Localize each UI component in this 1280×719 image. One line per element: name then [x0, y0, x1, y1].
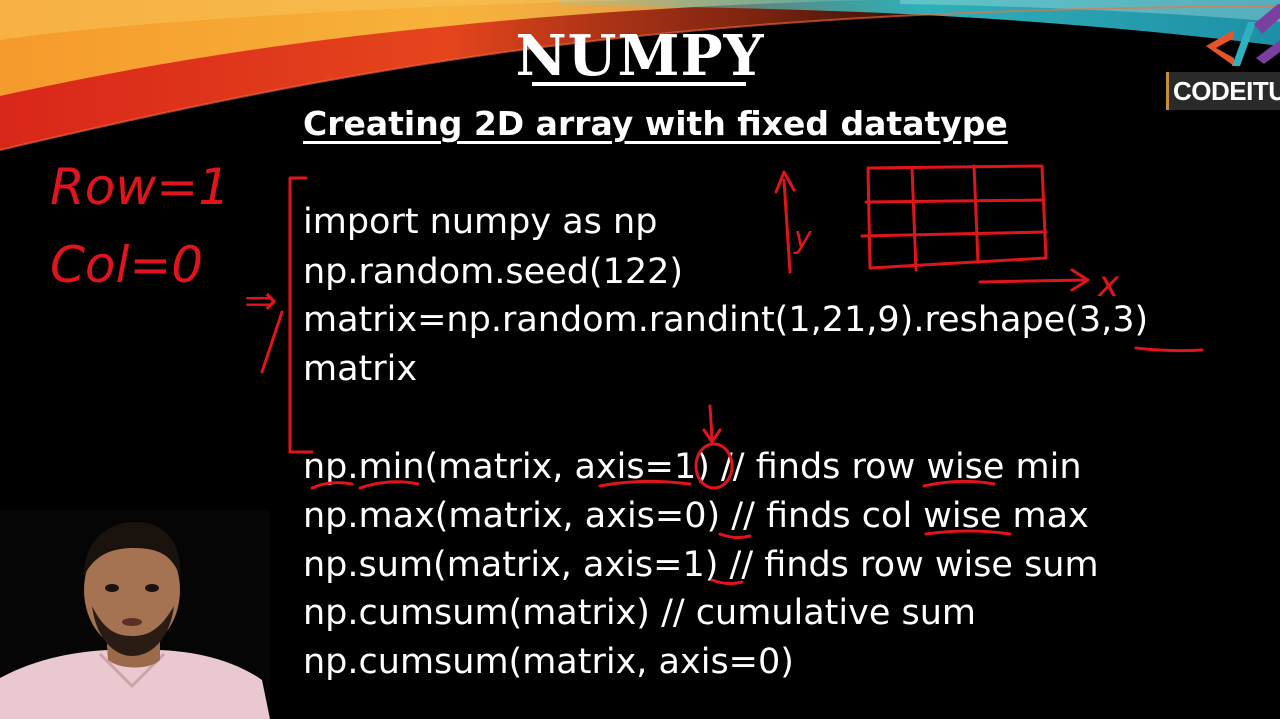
code-line-9: np.cumsum(matrix, axis=0) — [303, 642, 794, 682]
subtitle-wrap: Creating 2D array with fixed datatype — [303, 102, 1103, 146]
code-line-4: matrix — [303, 349, 418, 389]
title-underline — [532, 82, 746, 86]
code-line-8: np.cumsum(matrix) // cumulative sum — [303, 593, 976, 633]
code-line-7: np.sum(matrix, axis=1) // finds row wise… — [303, 545, 1099, 585]
slide-subtitle: Creating 2D array with fixed datatype — [303, 104, 1008, 143]
code-line-6: np.max(matrix, axis=0) // finds col wise… — [303, 496, 1089, 536]
implies-arrow: ⇒ — [244, 278, 278, 324]
y-axis-label: y — [793, 221, 813, 256]
code-line-1: import numpy as np — [303, 202, 658, 242]
row-note: Row=1 — [50, 158, 230, 216]
presenter-avatar — [0, 510, 270, 719]
lecture-slide: NUMPY Creating 2D array with fixed datat… — [0, 0, 1280, 719]
code-line-5: np.min(matrix, axis=1) // finds row wise… — [303, 447, 1082, 487]
code-line-2: np.random.seed(122) — [303, 252, 684, 292]
code-line-3: matrix=np.random.randint(1,21,9).reshape… — [303, 300, 1149, 340]
col-note: Col=0 — [50, 236, 203, 294]
brand-label: CODEITUP — [1166, 72, 1280, 110]
